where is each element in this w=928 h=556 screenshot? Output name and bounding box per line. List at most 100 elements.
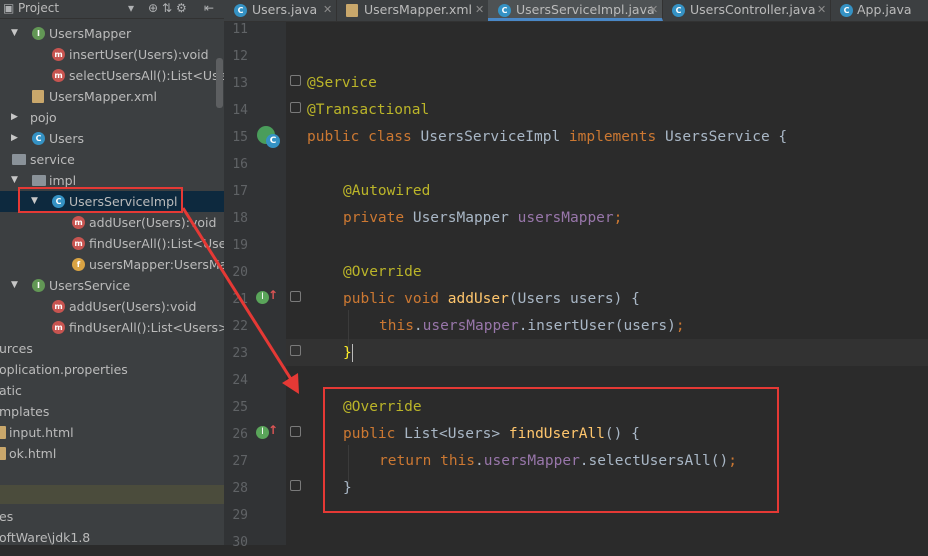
tree-node-usersmapper-xml[interactable]: UsersMapper.xml [0, 86, 224, 107]
tree-label: UsersMapper.xml [49, 89, 158, 104]
hide-panel-icon[interactable]: ⇤ [204, 1, 214, 15]
fold-marker-icon[interactable] [290, 345, 301, 356]
line-number: 11 [232, 22, 248, 37]
method-name-token: addUser [447, 291, 509, 307]
highlight-box-tree [18, 187, 183, 213]
keyword-token: public class [307, 129, 421, 145]
tree-label: pojo [30, 110, 57, 125]
tab-label: UsersMapper.xml [364, 2, 473, 17]
code-line-14: @Transactional [307, 97, 429, 124]
tree-node-usersservice[interactable]: ▼ I UsersService [0, 275, 224, 296]
tab-usersmapper-xml[interactable]: UsersMapper.xml ✕ [336, 0, 489, 21]
tree-node-field[interactable]: f usersMapper:UsersMapper [0, 254, 224, 275]
tree-node-ok-html[interactable]: ok.html [0, 443, 224, 464]
tree-node-method[interactable]: m insertUser(Users):void [0, 44, 224, 65]
tree-scrollbar[interactable] [216, 58, 223, 108]
method-icon: m [72, 216, 85, 229]
tree-node-jdk[interactable]: oftWare\jdk1.8 [0, 527, 224, 545]
tree-label: urces [0, 341, 33, 356]
project-panel: ▣ Project ▾ ⊕ ⇅ ⚙ ⇤ ▼ I UsersMapper m in… [0, 0, 224, 545]
line-number: 25 [232, 400, 248, 415]
current-line-highlight [286, 339, 928, 366]
tree-node-method[interactable]: m addUser(Users):void [0, 212, 224, 233]
dropdown-icon[interactable]: ▾ [128, 1, 134, 15]
class-icon: C [266, 134, 280, 148]
interface-icon: I [32, 279, 45, 292]
keyword-token: private [343, 210, 413, 226]
highlight-box-code [323, 387, 779, 513]
tree-label: oplication.properties [0, 362, 128, 377]
line-number: 18 [232, 211, 248, 226]
expand-arrow-icon[interactable]: ▶ [11, 107, 18, 128]
tree-label: UsersMapper [49, 26, 132, 41]
annotation-token: @Autowired [343, 183, 431, 199]
field-icon: f [72, 258, 85, 271]
scroll-from-source-icon[interactable]: ⊕ [148, 1, 158, 15]
line-number: 22 [232, 319, 248, 334]
tree-node-method[interactable]: m selectUsersAll():List<Users> [0, 65, 224, 86]
tree-label: findUserAll():List<Users> [69, 320, 224, 335]
tab-usersserviceimpl-java[interactable]: C UsersServiceImpl.java ✕ [488, 0, 663, 21]
line-number: 16 [232, 157, 248, 172]
text-cursor [351, 344, 353, 362]
tree-node-method[interactable]: m addUser(Users):void [0, 296, 224, 317]
project-panel-title: Project [18, 1, 60, 15]
params-token: (Users users) { [508, 291, 640, 307]
close-icon[interactable]: ✕ [475, 0, 484, 20]
xml-file-icon [32, 90, 44, 103]
tab-label: UsersController.java [690, 2, 816, 17]
line-number: 30 [232, 535, 248, 550]
fold-marker-icon[interactable] [290, 291, 301, 302]
tree-node-usersmapper[interactable]: ▼ I UsersMapper [0, 23, 224, 44]
annotation-token: @Service [307, 75, 377, 91]
call-token: .insertUser(users) [518, 318, 676, 334]
line-number: 12 [232, 49, 248, 64]
tree-node-application-properties[interactable]: oplication.properties [0, 359, 224, 380]
tree-node-users[interactable]: ▶ C Users [0, 128, 224, 149]
tab-label: Users.java [252, 2, 318, 17]
line-number: 17 [232, 184, 248, 199]
close-icon[interactable]: ✕ [649, 0, 658, 20]
tree-label: ok.html [9, 446, 57, 461]
fold-marker-icon[interactable] [290, 75, 301, 86]
close-icon[interactable]: ✕ [817, 0, 826, 20]
line-number: 26 [232, 427, 248, 442]
expand-arrow-icon[interactable]: ▼ [11, 23, 18, 44]
line-number: 19 [232, 238, 248, 253]
close-icon[interactable]: ✕ [323, 0, 332, 20]
tree-node-input-html[interactable]: input.html [0, 422, 224, 443]
tab-userscontroller-java[interactable]: C UsersController.java ✕ [662, 0, 831, 21]
keyword-token: public void [343, 291, 448, 307]
tree-node-resources[interactable]: urces [0, 338, 224, 359]
fold-marker-icon[interactable] [290, 102, 301, 113]
interface-icon: I [32, 27, 45, 40]
folder-icon [32, 175, 46, 186]
tree-node-libraries[interactable]: es [0, 506, 224, 527]
tree-node-templates[interactable]: mplates [0, 401, 224, 422]
tree-node-method[interactable]: m findUserAll():List<Users> [0, 317, 224, 338]
line-number: 14 [232, 103, 248, 118]
panel-strip [0, 485, 224, 504]
tree-label: UsersService [49, 278, 131, 293]
expand-arrow-icon[interactable]: ▶ [11, 128, 18, 149]
tab-app-java[interactable]: C App.java [830, 0, 928, 21]
tree-label: oftWare\jdk1.8 [0, 530, 91, 545]
tree-node-service[interactable]: service [0, 149, 224, 170]
fold-marker-icon[interactable] [290, 426, 301, 437]
tree-node-static[interactable]: atic [0, 380, 224, 401]
collapse-all-icon[interactable]: ⇅ [162, 1, 172, 15]
line-number: 29 [232, 508, 248, 523]
dot-token: . [413, 318, 423, 334]
tree-node-method[interactable]: m findUserAll():List<Users> [0, 233, 224, 254]
arrow-up-icon[interactable]: ↑ [268, 423, 278, 437]
tree-label: findUserAll():List<Users> [89, 236, 224, 251]
fold-marker-icon[interactable] [290, 480, 301, 491]
arrow-up-icon[interactable]: ↑ [268, 288, 278, 302]
class-name-token: UsersService { [664, 129, 788, 145]
gear-icon[interactable]: ⚙ [176, 1, 187, 15]
tree-node-pojo[interactable]: ▶ pojo [0, 107, 224, 128]
expand-arrow-icon[interactable]: ▼ [11, 275, 18, 296]
expand-arrow-icon[interactable]: ▼ [11, 170, 18, 191]
tab-label: App.java [857, 2, 912, 17]
line-number: 13 [232, 76, 248, 91]
